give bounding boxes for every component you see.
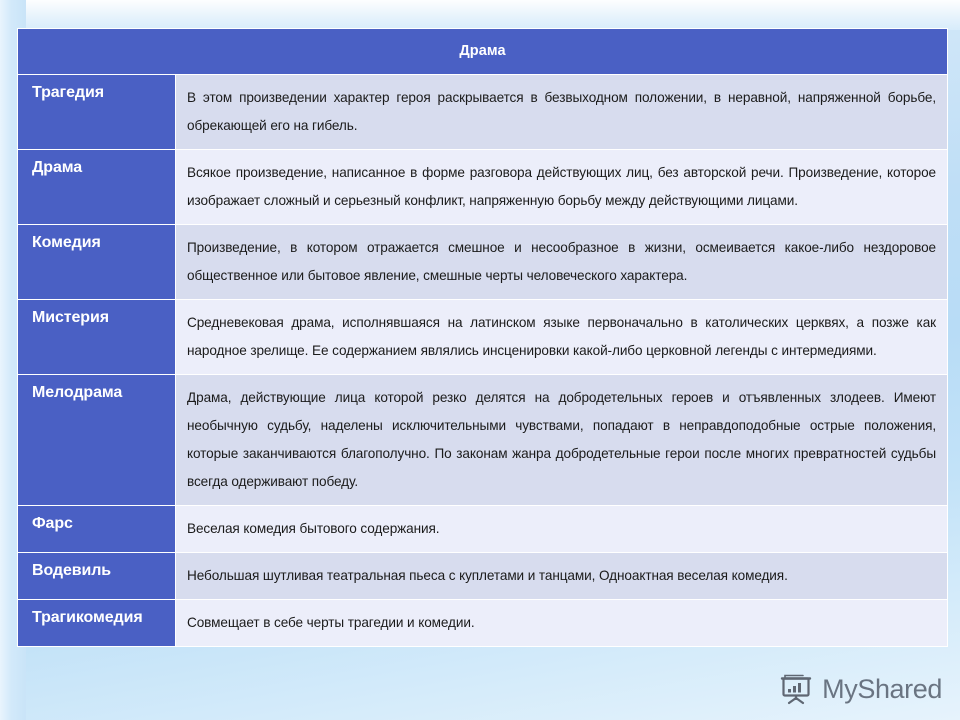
watermark: MyShared [779, 672, 942, 706]
definition-cell-vodevil: Небольшая шутливая театральная пьеса с к… [174, 552, 949, 600]
table-head: Драма [16, 28, 949, 75]
table-row: Драма Всякое произведение, написанное в … [17, 149, 949, 225]
table-row: Фарс Веселая комедия бытового содержания… [17, 505, 949, 553]
term-cell-misteriya: Мистерия [17, 299, 176, 375]
page-title: Драма [16, 28, 949, 75]
flipchart-chart-icon [779, 672, 813, 706]
table-row: Водевиль Небольшая шутливая театральная … [17, 552, 949, 600]
term-cell-tragediya: Трагедия [17, 74, 176, 150]
term-cell-melodrama: Мелодрама [17, 374, 176, 506]
watermark-label: MyShared [822, 673, 942, 704]
drama-genres-table: Драма Трагедия В этом произведении харак… [16, 28, 949, 647]
definition-cell-drama: Всякое произведение, написанное в форме … [174, 149, 949, 225]
definition-cell-misteriya: Средневековая драма, исполнявшаяся на ла… [174, 299, 949, 375]
table-row: Трагикомедия Совмещает в себе черты траг… [17, 599, 949, 647]
table-row: Мистерия Средневековая драма, исполнявша… [17, 299, 949, 375]
definition-cell-tragediya: В этом произведении характер героя раскр… [174, 74, 949, 150]
genre-table-container: Драма Трагедия В этом произведении харак… [16, 28, 949, 647]
table-row: Комедия Произведение, в котором отражает… [17, 224, 949, 300]
term-cell-tragikomediya: Трагикомедия [17, 599, 176, 647]
definition-cell-komediya: Произведение, в котором отражается смешн… [174, 224, 949, 300]
term-cell-vodevil: Водевиль [17, 552, 176, 600]
term-cell-komediya: Комедия [17, 224, 176, 300]
table-header-row: Драма [16, 28, 949, 75]
definition-cell-fars: Веселая комедия бытового содержания. [174, 505, 949, 553]
background-top-glow [0, 0, 960, 30]
table-row: Трагедия В этом произведении характер ге… [17, 74, 949, 150]
definition-cell-melodrama: Драма, действующие лица которой резко де… [174, 374, 949, 506]
term-cell-drama: Драма [17, 149, 176, 225]
term-cell-fars: Фарс [17, 505, 176, 553]
table-body: Трагедия В этом произведении характер ге… [17, 74, 949, 647]
table-row: Мелодрама Драма, действующие лица которо… [17, 374, 949, 506]
definition-cell-tragikomediya: Совмещает в себе черты трагедии и комеди… [174, 599, 949, 647]
